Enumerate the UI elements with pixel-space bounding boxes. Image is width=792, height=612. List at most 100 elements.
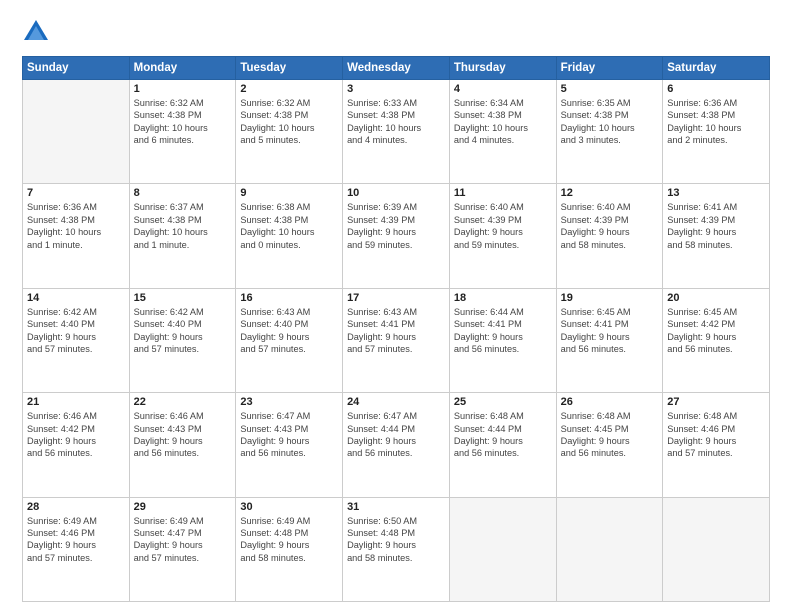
weekday-header: Saturday bbox=[663, 57, 770, 80]
day-number: 1 bbox=[134, 83, 232, 95]
calendar-cell: 21Sunrise: 6:46 AM Sunset: 4:42 PM Dayli… bbox=[23, 393, 130, 497]
calendar-cell: 25 Sunrise: 6:48 AM Sunset: 4:44 PM Dayli… bbox=[449, 393, 556, 497]
calendar-week-row: 7 Sunrise: 6:36 AM Sunset: 4:38 PM Daylig… bbox=[23, 184, 770, 288]
cell-sun-info: Sunrise: 6:48 AM Sunset: 4:45 PM Dayligh… bbox=[561, 410, 659, 460]
cell-sun-info: Sunrise: 6:50 AM Sunset: 4:48 PM Dayligh… bbox=[347, 515, 445, 565]
cell-sun-info: Sunrise: 6:49 AM Sunset: 4:48 PM Dayligh… bbox=[240, 515, 338, 565]
calendar-cell: 23 Sunrise: 6:47 AM Sunset: 4:43 PM Dayli… bbox=[236, 393, 343, 497]
day-number: 5 bbox=[561, 83, 659, 95]
day-number: 26 bbox=[561, 396, 659, 408]
cell-sun-info: Sunrise: 6:49 AM Sunset: 4:46 PM Dayligh… bbox=[27, 515, 125, 565]
calendar-cell: 22 Sunrise: 6:46 AM Sunset: 4:43 PM Dayli… bbox=[129, 393, 236, 497]
day-number: 13 bbox=[667, 187, 765, 199]
weekday-header: Monday bbox=[129, 57, 236, 80]
cell-sun-info: Sunrise: 6:36 AM Sunset: 4:38 PM Dayligh… bbox=[27, 201, 125, 251]
calendar-cell: 7 Sunrise: 6:36 AM Sunset: 4:38 PM Daylig… bbox=[23, 184, 130, 288]
day-number: 2 bbox=[240, 83, 338, 95]
day-number: 30 bbox=[240, 501, 338, 513]
cell-sun-info: Sunrise: 6:36 AM Sunset: 4:38 PM Dayligh… bbox=[667, 97, 765, 147]
day-number: 12 bbox=[561, 187, 659, 199]
cell-sun-info: Sunrise: 6:35 AM Sunset: 4:38 PM Dayligh… bbox=[561, 97, 659, 147]
day-number: 4 bbox=[454, 83, 552, 95]
day-number: 29 bbox=[134, 501, 232, 513]
calendar-week-row: 21Sunrise: 6:46 AM Sunset: 4:42 PM Dayli… bbox=[23, 393, 770, 497]
day-number: 15 bbox=[134, 292, 232, 304]
day-number: 16 bbox=[240, 292, 338, 304]
day-number: 3 bbox=[347, 83, 445, 95]
weekday-header: Wednesday bbox=[343, 57, 450, 80]
day-number: 7 bbox=[27, 187, 125, 199]
calendar-cell: 30 Sunrise: 6:49 AM Sunset: 4:48 PM Dayli… bbox=[236, 497, 343, 601]
cell-sun-info: Sunrise: 6:45 AM Sunset: 4:42 PM Dayligh… bbox=[667, 306, 765, 356]
calendar-cell bbox=[23, 80, 130, 184]
cell-sun-info: Sunrise: 6:41 AM Sunset: 4:39 PM Dayligh… bbox=[667, 201, 765, 251]
day-number: 25 bbox=[454, 396, 552, 408]
calendar-cell: 4 Sunrise: 6:34 AM Sunset: 4:38 PM Daylig… bbox=[449, 80, 556, 184]
cell-sun-info: Sunrise: 6:33 AM Sunset: 4:38 PM Dayligh… bbox=[347, 97, 445, 147]
calendar-cell: 31 Sunrise: 6:50 AM Sunset: 4:48 PM Dayli… bbox=[343, 497, 450, 601]
cell-sun-info: Sunrise: 6:46 AM Sunset: 4:43 PM Dayligh… bbox=[134, 410, 232, 460]
calendar-cell: 24 Sunrise: 6:47 AM Sunset: 4:44 PM Dayli… bbox=[343, 393, 450, 497]
cell-sun-info: Sunrise: 6:32 AM Sunset: 4:38 PM Dayligh… bbox=[134, 97, 232, 147]
day-number: 20 bbox=[667, 292, 765, 304]
calendar-week-row: 28 Sunrise: 6:49 AM Sunset: 4:46 PM Dayli… bbox=[23, 497, 770, 601]
calendar-cell: 18 Sunrise: 6:44 AM Sunset: 4:41 PM Dayli… bbox=[449, 288, 556, 392]
calendar-cell: 9 Sunrise: 6:38 AM Sunset: 4:38 PM Daylig… bbox=[236, 184, 343, 288]
calendar-cell: 17Sunrise: 6:43 AM Sunset: 4:41 PM Dayli… bbox=[343, 288, 450, 392]
day-number: 11 bbox=[454, 187, 552, 199]
cell-sun-info: Sunrise: 6:39 AM Sunset: 4:39 PM Dayligh… bbox=[347, 201, 445, 251]
header bbox=[22, 18, 770, 46]
calendar-cell: 5 Sunrise: 6:35 AM Sunset: 4:38 PM Daylig… bbox=[556, 80, 663, 184]
calendar-cell: 14Sunrise: 6:42 AM Sunset: 4:40 PM Dayli… bbox=[23, 288, 130, 392]
calendar-cell bbox=[663, 497, 770, 601]
day-number: 17 bbox=[347, 292, 445, 304]
calendar-cell: 1 Sunrise: 6:32 AM Sunset: 4:38 PM Daylig… bbox=[129, 80, 236, 184]
cell-sun-info: Sunrise: 6:47 AM Sunset: 4:44 PM Dayligh… bbox=[347, 410, 445, 460]
cell-sun-info: Sunrise: 6:44 AM Sunset: 4:41 PM Dayligh… bbox=[454, 306, 552, 356]
day-number: 31 bbox=[347, 501, 445, 513]
day-number: 9 bbox=[240, 187, 338, 199]
day-number: 19 bbox=[561, 292, 659, 304]
day-number: 23 bbox=[240, 396, 338, 408]
day-number: 6 bbox=[667, 83, 765, 95]
logo bbox=[22, 18, 54, 46]
day-number: 28 bbox=[27, 501, 125, 513]
day-number: 22 bbox=[134, 396, 232, 408]
calendar-week-row: 14Sunrise: 6:42 AM Sunset: 4:40 PM Dayli… bbox=[23, 288, 770, 392]
calendar-cell: 20 Sunrise: 6:45 AM Sunset: 4:42 PM Dayli… bbox=[663, 288, 770, 392]
day-number: 18 bbox=[454, 292, 552, 304]
calendar-header-row: SundayMondayTuesdayWednesdayThursdayFrid… bbox=[23, 57, 770, 80]
calendar-cell bbox=[556, 497, 663, 601]
calendar-cell: 27 Sunrise: 6:48 AM Sunset: 4:46 PM Dayli… bbox=[663, 393, 770, 497]
cell-sun-info: Sunrise: 6:40 AM Sunset: 4:39 PM Dayligh… bbox=[454, 201, 552, 251]
weekday-header: Tuesday bbox=[236, 57, 343, 80]
weekday-header: Sunday bbox=[23, 57, 130, 80]
cell-sun-info: Sunrise: 6:49 AM Sunset: 4:47 PM Dayligh… bbox=[134, 515, 232, 565]
cell-sun-info: Sunrise: 6:43 AM Sunset: 4:40 PM Dayligh… bbox=[240, 306, 338, 356]
cell-sun-info: Sunrise: 6:34 AM Sunset: 4:38 PM Dayligh… bbox=[454, 97, 552, 147]
calendar-cell bbox=[449, 497, 556, 601]
calendar-cell: 8Sunrise: 6:37 AM Sunset: 4:38 PM Daylig… bbox=[129, 184, 236, 288]
calendar-table: SundayMondayTuesdayWednesdayThursdayFrid… bbox=[22, 56, 770, 602]
day-number: 21 bbox=[27, 396, 125, 408]
cell-sun-info: Sunrise: 6:32 AM Sunset: 4:38 PM Dayligh… bbox=[240, 97, 338, 147]
calendar-cell: 29 Sunrise: 6:49 AM Sunset: 4:47 PM Dayli… bbox=[129, 497, 236, 601]
day-number: 24 bbox=[347, 396, 445, 408]
weekday-header: Friday bbox=[556, 57, 663, 80]
calendar-cell: 12 Sunrise: 6:40 AM Sunset: 4:39 PM Dayli… bbox=[556, 184, 663, 288]
cell-sun-info: Sunrise: 6:48 AM Sunset: 4:44 PM Dayligh… bbox=[454, 410, 552, 460]
cell-sun-info: Sunrise: 6:47 AM Sunset: 4:43 PM Dayligh… bbox=[240, 410, 338, 460]
cell-sun-info: Sunrise: 6:38 AM Sunset: 4:38 PM Dayligh… bbox=[240, 201, 338, 251]
day-number: 10 bbox=[347, 187, 445, 199]
day-number: 27 bbox=[667, 396, 765, 408]
page: SundayMondayTuesdayWednesdayThursdayFrid… bbox=[0, 0, 792, 612]
weekday-header: Thursday bbox=[449, 57, 556, 80]
cell-sun-info: Sunrise: 6:42 AM Sunset: 4:40 PM Dayligh… bbox=[27, 306, 125, 356]
day-number: 8 bbox=[134, 187, 232, 199]
cell-sun-info: Sunrise: 6:40 AM Sunset: 4:39 PM Dayligh… bbox=[561, 201, 659, 251]
calendar-week-row: 1 Sunrise: 6:32 AM Sunset: 4:38 PM Daylig… bbox=[23, 80, 770, 184]
calendar-cell: 28 Sunrise: 6:49 AM Sunset: 4:46 PM Dayli… bbox=[23, 497, 130, 601]
calendar-cell: 3 Sunrise: 6:33 AM Sunset: 4:38 PM Daylig… bbox=[343, 80, 450, 184]
cell-sun-info: Sunrise: 6:42 AM Sunset: 4:40 PM Dayligh… bbox=[134, 306, 232, 356]
cell-sun-info: Sunrise: 6:48 AM Sunset: 4:46 PM Dayligh… bbox=[667, 410, 765, 460]
